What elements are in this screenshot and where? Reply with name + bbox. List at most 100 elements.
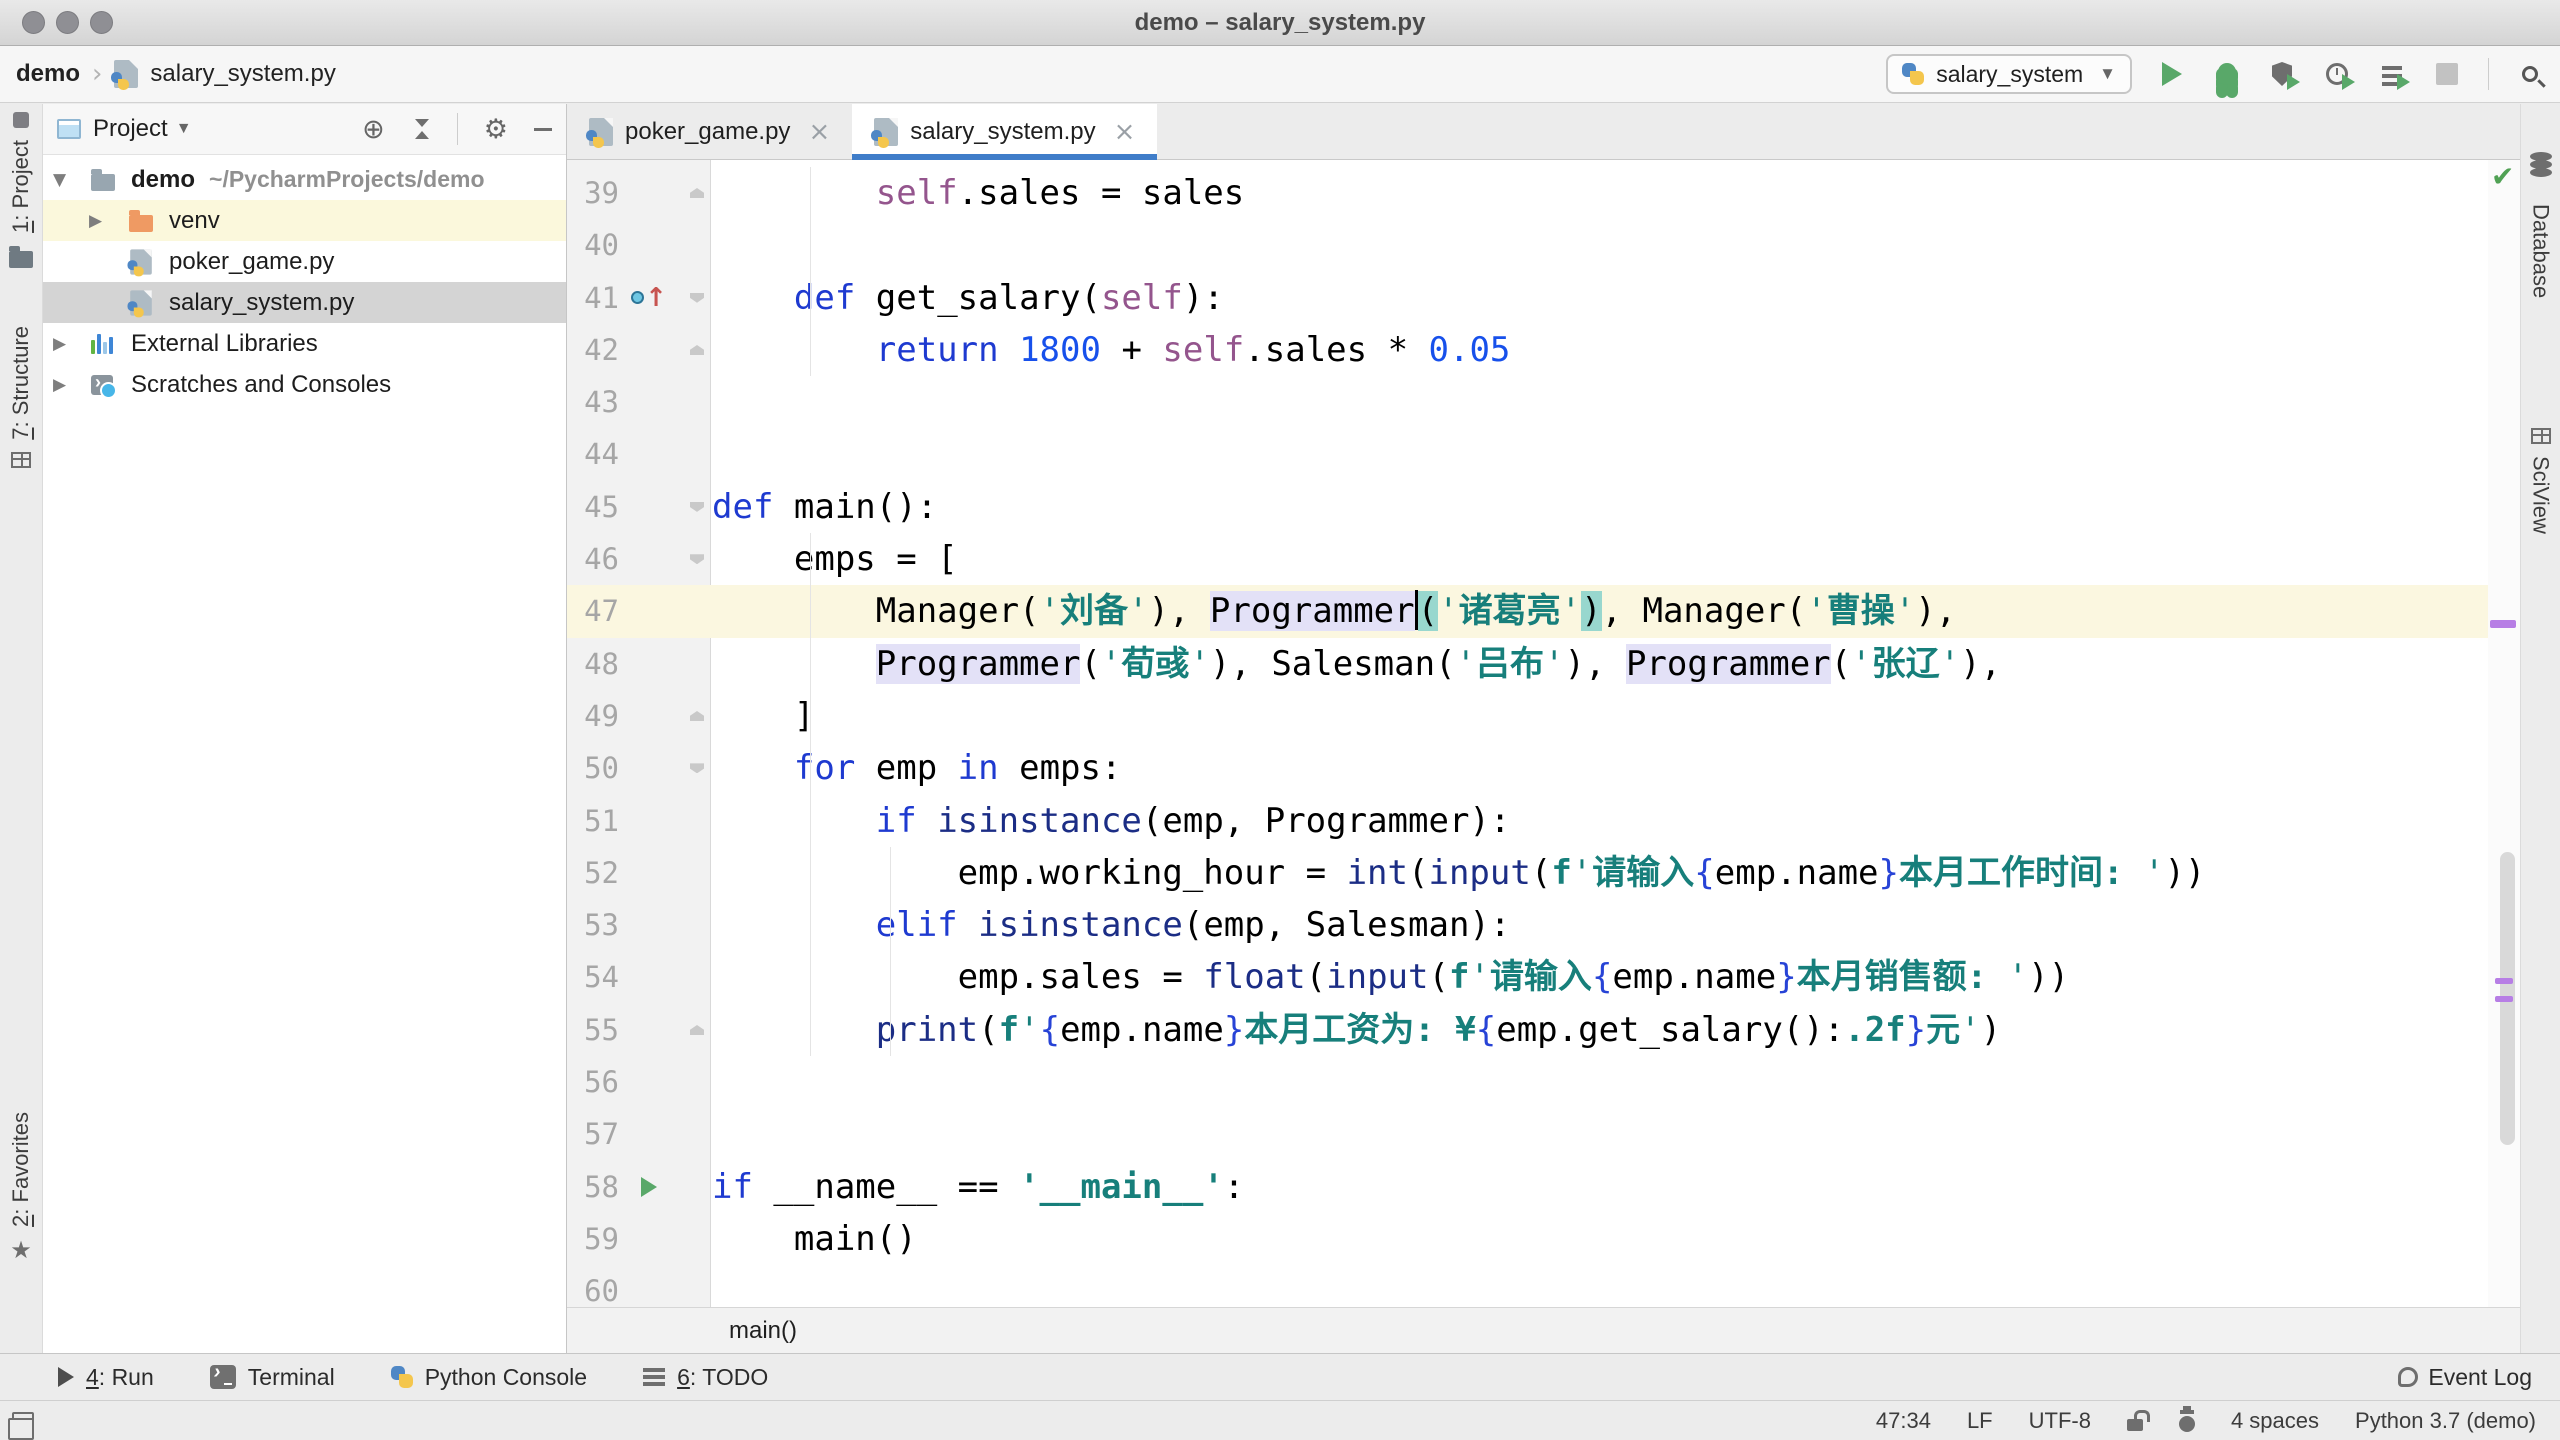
breadcrumb-project[interactable]: demo	[16, 60, 80, 88]
line-number[interactable]: 47	[567, 585, 619, 637]
tree-item-scratches-and-consoles[interactable]: ▶ Scratches and Consoles	[43, 364, 566, 405]
status-4-spaces[interactable]: 4 spaces	[2231, 1408, 2319, 1434]
hector-icon[interactable]	[2178, 1405, 2195, 1432]
status-utf-8[interactable]: UTF-8	[2029, 1408, 2091, 1434]
code-line-56[interactable]	[712, 1056, 2488, 1108]
concurrency-diagram-icon[interactable]	[2378, 60, 2410, 90]
line-number[interactable]: 49	[567, 690, 619, 742]
code-line-45[interactable]: def main():	[712, 481, 2488, 533]
debug-icon[interactable]	[2213, 60, 2241, 88]
code-line-52[interactable]: emp.working_hour = int(input(f'请输入{emp.n…	[712, 847, 2488, 899]
line-number[interactable]: 50	[567, 742, 619, 794]
toolwindow-button-python-console[interactable]: Python Console	[390, 1364, 587, 1391]
fold-marker[interactable]	[685, 533, 709, 585]
fold-marker[interactable]	[685, 324, 709, 376]
code-line-54[interactable]: emp.sales = float(input(f'请输入{emp.name}本…	[712, 951, 2488, 1003]
code-line-50[interactable]: for emp in emps:	[712, 742, 2488, 794]
stripe-button-sciview[interactable]: SciView	[2528, 428, 2554, 534]
line-number[interactable]: 45	[567, 481, 619, 533]
code-line-55[interactable]: print(f'{emp.name}本月工资为: ¥{emp.get_salar…	[712, 1004, 2488, 1056]
toolwindow-button-4-run[interactable]: 4: Run	[58, 1364, 154, 1391]
maximize-window-button[interactable]	[90, 11, 113, 34]
line-number[interactable]: 44	[567, 428, 619, 480]
stripe-mark[interactable]	[2495, 978, 2513, 984]
code-line-51[interactable]: if isinstance(emp, Programmer):	[712, 795, 2488, 847]
run-line-icon[interactable]	[629, 1161, 669, 1213]
tree-item-salary-system-py[interactable]: salary_system.py	[43, 282, 566, 323]
line-number[interactable]: 40	[567, 219, 619, 271]
close-window-button[interactable]	[22, 11, 45, 34]
breadcrumb-file[interactable]: salary_system.py	[150, 60, 335, 88]
chevron-right-icon[interactable]: ▶	[89, 211, 102, 231]
line-number[interactable]: 55	[567, 1004, 619, 1056]
editor[interactable]: 39 40 41 ↑ 42 43 44 45 46 47 48 49 50 51 52 53 54 55 56 57 5…	[567, 160, 2520, 1307]
fold-marker[interactable]	[685, 272, 709, 324]
settings-gear-icon[interactable]: ⚙	[484, 116, 508, 143]
status-lf[interactable]: LF	[1967, 1408, 1993, 1434]
chevron-down-icon[interactable]: ▼	[53, 170, 66, 190]
chevron-right-icon[interactable]: ▶	[53, 334, 66, 354]
locate-icon[interactable]: ⊕	[362, 116, 385, 143]
run-icon[interactable]	[2158, 60, 2186, 88]
tree-item-demo[interactable]: ▼ demo ~/PycharmProjects/demo	[43, 159, 566, 200]
code-line-46[interactable]: emps = [	[712, 533, 2488, 585]
fold-marker[interactable]	[685, 1004, 709, 1056]
line-number[interactable]: 60	[567, 1265, 619, 1307]
stripe-mark[interactable]	[2490, 620, 2516, 628]
run-with-coverage-icon[interactable]	[2268, 60, 2300, 90]
breadcrumb-main[interactable]: main()	[729, 1317, 797, 1345]
line-number[interactable]: 48	[567, 638, 619, 690]
stripe-button-2-favorites[interactable]: 2: Favorites ★	[8, 1112, 34, 1263]
code-line-49[interactable]: ]	[712, 690, 2488, 742]
stripe-mark[interactable]	[2495, 996, 2513, 1002]
stripe-button-database[interactable]: Database	[2528, 152, 2554, 298]
tree-item-venv[interactable]: ▶ venv	[43, 200, 566, 241]
line-number[interactable]: 56	[567, 1056, 619, 1108]
code-line-40[interactable]	[712, 219, 2488, 271]
code-line-57[interactable]	[712, 1108, 2488, 1160]
editor-tab-salary_system.py[interactable]: salary_system.py ×	[852, 104, 1158, 160]
status-python-3-7-demo-[interactable]: Python 3.7 (demo)	[2355, 1408, 2536, 1434]
line-number[interactable]: 51	[567, 795, 619, 847]
code-line-59[interactable]: main()	[712, 1213, 2488, 1265]
stripe-button-1-project[interactable]: 1: Project	[8, 112, 34, 268]
code-line-58[interactable]: if __name__ == '__main__':	[712, 1161, 2488, 1213]
line-number[interactable]: 42	[567, 324, 619, 376]
code-line-48[interactable]: Programmer('荀彧'), Salesman('吕布'), Progra…	[712, 638, 2488, 690]
code-line-60[interactable]	[712, 1265, 2488, 1307]
line-number[interactable]: 43	[567, 376, 619, 428]
close-tab-icon[interactable]: ×	[808, 117, 830, 147]
code-line-53[interactable]: elif isinstance(emp, Salesman):	[712, 899, 2488, 951]
run-configuration-select[interactable]: salary_system ▼	[1886, 54, 2132, 94]
code-area[interactable]: self.sales = sales def get_salary(self):…	[712, 167, 2488, 1307]
line-number[interactable]: 41	[567, 272, 619, 324]
line-number[interactable]: 58	[567, 1161, 619, 1213]
line-number[interactable]: 39	[567, 167, 619, 219]
chevron-right-icon[interactable]: ▶	[53, 375, 66, 395]
fold-marker[interactable]	[685, 167, 709, 219]
editor-tab-poker_game.py[interactable]: poker_game.py ×	[567, 104, 852, 159]
inspections-ok-check-icon[interactable]: ✔	[2491, 160, 2514, 193]
hide-panel-icon[interactable]	[534, 127, 552, 131]
chevron-down-icon[interactable]: ▼	[176, 120, 192, 138]
search-everywhere-icon[interactable]	[2516, 60, 2544, 88]
override-method-icon[interactable]: ↑	[629, 272, 669, 324]
stripe-button-7-structure[interactable]: 7: Structure	[8, 326, 34, 468]
minimize-window-button[interactable]	[56, 11, 79, 34]
line-number[interactable]: 46	[567, 533, 619, 585]
line-number[interactable]: 57	[567, 1108, 619, 1160]
code-line-44[interactable]	[712, 428, 2488, 480]
unlock-icon[interactable]	[2126, 1409, 2150, 1431]
close-tab-icon[interactable]: ×	[1114, 117, 1136, 147]
event-log-button[interactable]: Event Log	[2398, 1364, 2560, 1391]
toolwindow-toggle-icon[interactable]	[8, 1411, 34, 1440]
code-line-42[interactable]: return 1800 + self.sales * 0.05	[712, 324, 2488, 376]
toolwindow-button-6-todo[interactable]: 6: TODO	[643, 1364, 768, 1391]
line-number[interactable]: 52	[567, 847, 619, 899]
code-line-43[interactable]	[712, 376, 2488, 428]
fold-marker[interactable]	[685, 690, 709, 742]
line-number[interactable]: 53	[567, 899, 619, 951]
code-line-39[interactable]: self.sales = sales	[712, 167, 2488, 219]
toolwindow-button-terminal[interactable]: Terminal	[209, 1361, 335, 1391]
tree-item-external-libraries[interactable]: ▶ External Libraries	[43, 323, 566, 364]
